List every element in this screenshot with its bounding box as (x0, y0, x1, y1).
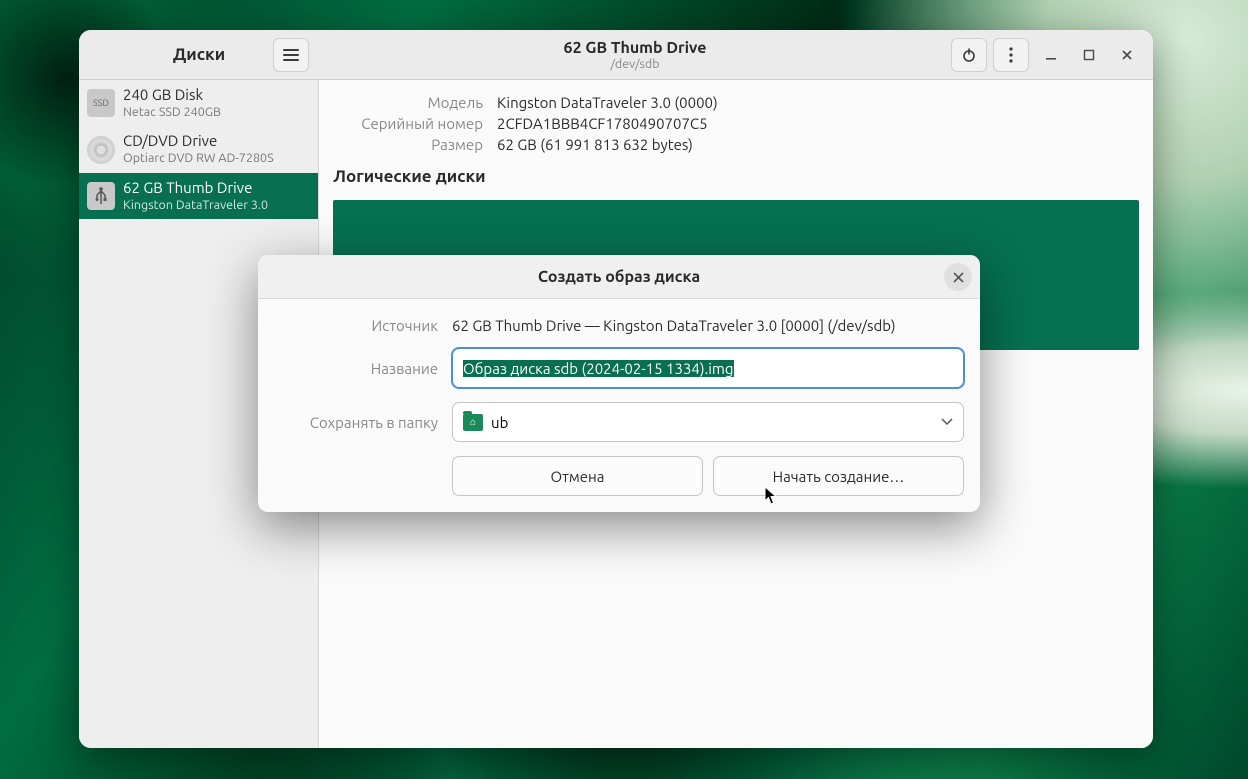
usb-icon (87, 182, 115, 210)
dialog-title: Создать образ диска (538, 268, 700, 286)
info-label: Модель (333, 92, 483, 113)
close-icon (953, 272, 964, 283)
info-row: Размер 62 GB (61 991 813 632 bytes) (333, 134, 1139, 155)
folder-select[interactable]: ⌂ ub (452, 402, 964, 442)
maximize-icon (1083, 49, 1095, 61)
info-label: Серийный номер (333, 113, 483, 134)
volumes-title: Логические диски (333, 167, 1139, 186)
dialog-body: Источник 62 GB Thumb Drive — Kingston Da… (258, 299, 980, 512)
disc-icon (87, 136, 115, 164)
ssd-icon: SSD (87, 89, 115, 117)
info-value: 62 GB (61 991 813 632 bytes) (497, 134, 693, 155)
create-disk-image-dialog: Создать образ диска Источник 62 GB Thumb… (258, 255, 980, 512)
device-item-sub: Netac SSD 240GB (123, 105, 221, 121)
info-value: 2CFDA1BBB4CF1780490707C5 (497, 113, 708, 134)
hamburger-menu-button[interactable] (273, 38, 309, 72)
home-folder-icon: ⌂ (463, 414, 483, 431)
device-item-title: CD/DVD Drive (123, 132, 274, 151)
close-button[interactable] (1111, 41, 1143, 69)
titlebar-left: Диски (79, 30, 319, 79)
sidebar-item-ssd[interactable]: SSD 240 GB Disk Netac SSD 240GB (79, 80, 318, 126)
device-item-sub: Optiarc DVD RW AD-7280S (123, 151, 274, 167)
maximize-button[interactable] (1073, 41, 1105, 69)
dialog-buttons: Отмена Начать создание… (452, 456, 964, 496)
close-icon (1121, 49, 1133, 61)
chevron-down-icon (941, 418, 953, 426)
source-label: Источник (274, 317, 438, 334)
app-title: Диски (173, 45, 225, 64)
kebab-icon (1009, 47, 1013, 63)
device-path: /dev/sdb (610, 57, 659, 71)
minimize-button[interactable] (1035, 41, 1067, 69)
minimize-icon (1045, 49, 1057, 61)
sidebar-item-dvd[interactable]: CD/DVD Drive Optiarc DVD RW AD-7280S (79, 126, 318, 172)
info-label: Размер (333, 134, 483, 155)
device-info: Модель Kingston DataTraveler 3.0 (0000) … (333, 92, 1139, 155)
titlebar-right (951, 30, 1153, 79)
form-row-source: Источник 62 GB Thumb Drive — Kingston Da… (274, 317, 964, 334)
sidebar-item-thumb-drive[interactable]: 62 GB Thumb Drive Kingston DataTraveler … (79, 173, 318, 219)
device-title: 62 GB Thumb Drive (564, 39, 707, 57)
device-item-title: 240 GB Disk (123, 86, 221, 105)
hamburger-icon (283, 49, 299, 61)
start-create-button[interactable]: Начать создание… (713, 456, 964, 496)
dialog-close-button[interactable] (944, 263, 972, 291)
folder-value: ub (491, 414, 508, 431)
titlebar: Диски 62 GB Thumb Drive /dev/sdb (79, 30, 1153, 80)
power-button[interactable] (951, 38, 987, 72)
kebab-menu-button[interactable] (993, 38, 1029, 72)
device-item-sub: Kingston DataTraveler 3.0 (123, 198, 268, 214)
power-icon (961, 47, 977, 63)
form-row-name: Название (274, 348, 964, 388)
cancel-button[interactable]: Отмена (452, 456, 703, 496)
device-item-title: 62 GB Thumb Drive (123, 179, 268, 198)
info-value: Kingston DataTraveler 3.0 (0000) (497, 92, 718, 113)
source-value: 62 GB Thumb Drive — Kingston DataTravele… (452, 317, 964, 334)
dialog-header: Создать образ диска (258, 255, 980, 299)
name-label: Название (274, 360, 438, 377)
info-row: Серийный номер 2CFDA1BBB4CF1780490707C5 (333, 113, 1139, 134)
form-row-folder: Сохранять в папку ⌂ ub (274, 402, 964, 442)
titlebar-center: 62 GB Thumb Drive /dev/sdb (319, 30, 951, 79)
folder-label: Сохранять в папку (274, 414, 438, 431)
info-row: Модель Kingston DataTraveler 3.0 (0000) (333, 92, 1139, 113)
filename-input[interactable] (452, 348, 964, 388)
